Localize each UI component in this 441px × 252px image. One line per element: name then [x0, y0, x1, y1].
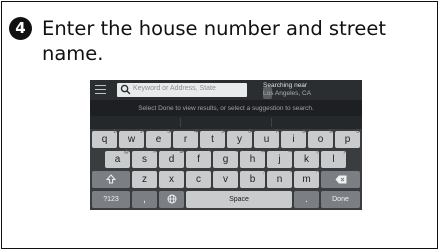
step-number-badge: 4: [9, 17, 32, 40]
search-placeholder: Keyword or Address, State: [133, 85, 216, 92]
space-key[interactable]: Space: [186, 191, 292, 208]
keyboard: q1 w2 e3 r4 t5 y6 u7 i8 o9 p0 a @ s # d & f…: [90, 129, 362, 210]
key-o[interactable]: o9: [308, 129, 333, 148]
search-input[interactable]: Keyword or Address, State: [117, 83, 272, 99]
key-a[interactable]: a @: [105, 149, 130, 168]
key-h[interactable]: h +: [240, 149, 265, 168]
key-m[interactable]: m?: [294, 169, 319, 188]
shift-icon: [105, 174, 117, 184]
shift-key[interactable]: [92, 171, 130, 188]
suggestion-bar[interactable]: [90, 116, 362, 129]
key-w[interactable]: w2: [119, 129, 144, 148]
symbols-key[interactable]: ?123: [92, 191, 130, 208]
menu-icon[interactable]: [95, 85, 106, 94]
navigation-screen: Keyword or Address, State Searching near…: [90, 80, 362, 210]
key-j[interactable]: j =: [267, 149, 292, 168]
key-c[interactable]: c ': [186, 169, 211, 188]
key-u[interactable]: u7: [254, 129, 279, 148]
searching-near-city: Los Angeles, CA: [263, 90, 312, 97]
key-k[interactable]: k(: [294, 149, 319, 168]
step-instruction-text: Enter the house number and street name.: [42, 17, 386, 65]
search-hint: Select Done to view results, or select a…: [138, 105, 314, 112]
key-b[interactable]: b;: [240, 169, 265, 188]
key-s[interactable]: s #: [132, 149, 157, 168]
key-y[interactable]: y6: [227, 129, 252, 148]
key-e[interactable]: e3: [146, 129, 171, 148]
key-i[interactable]: i8: [281, 129, 306, 148]
key-t[interactable]: t5: [200, 129, 225, 148]
instruction-card: 4 Enter the house number and street name…: [1, 1, 438, 249]
key-f[interactable]: f *: [186, 149, 211, 168]
key-r[interactable]: r4: [173, 129, 198, 148]
key-q[interactable]: q1: [92, 129, 117, 148]
key-d[interactable]: d &: [159, 149, 184, 168]
key-n[interactable]: n!: [267, 169, 292, 188]
backspace-key[interactable]: [321, 171, 360, 188]
search-icon: [120, 84, 131, 95]
comma-key[interactable]: ,: [132, 191, 157, 208]
key-z[interactable]: z: [132, 171, 157, 188]
searching-near-label: Searching near: [263, 82, 308, 89]
backspace-icon: [335, 175, 346, 184]
key-x[interactable]: x: [159, 171, 184, 188]
globe-key[interactable]: [159, 191, 184, 208]
globe-icon: [167, 194, 176, 204]
key-g[interactable]: g-: [213, 149, 238, 168]
done-key[interactable]: Done: [321, 191, 360, 208]
period-key[interactable]: .: [294, 191, 319, 208]
search-header: Keyword or Address, State Searching near…: [90, 80, 362, 100]
key-p[interactable]: p0: [335, 129, 360, 148]
key-v[interactable]: v:: [213, 169, 238, 188]
key-l[interactable]: l): [321, 149, 346, 168]
